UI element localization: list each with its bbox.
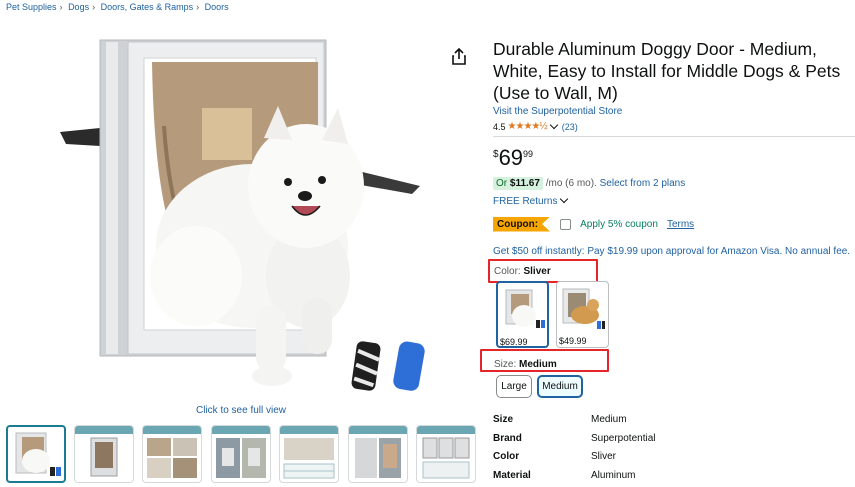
swatch-price: $49.99 <box>559 336 587 346</box>
thumbnail-2[interactable] <box>74 425 134 483</box>
monthly-terms: /mo (6 mo). <box>545 178 597 189</box>
price-symbol: $ <box>493 149 499 160</box>
coupon-terms-link[interactable]: Terms <box>667 219 694 230</box>
free-returns-label: FREE Returns <box>493 196 558 207</box>
thumbnail-7[interactable] <box>416 425 476 483</box>
visit-store-link[interactable]: Visit the Superpotential Store <box>493 106 622 117</box>
spec-value: Aluminum <box>591 469 636 481</box>
breadcrumb-item-doors-gates-ramps[interactable]: Doors, Gates & Ramps <box>101 2 194 12</box>
size-selected-value: Medium <box>519 359 557 370</box>
size-label-text: Size: <box>494 359 517 370</box>
swatch-image <box>505 289 545 328</box>
thumbnail-strip <box>6 425 476 485</box>
thumbnail-image <box>75 426 133 477</box>
thumbnail-1[interactable] <box>6 425 66 483</box>
spec-key: Brand <box>493 432 522 444</box>
size-option-label: Medium <box>542 381 578 392</box>
price: $6999 <box>493 147 533 169</box>
rating-value: 4.5 <box>493 121 506 132</box>
spec-value: Medium <box>591 413 627 425</box>
coupon-checkbox[interactable] <box>560 218 572 230</box>
size-option-label: Large <box>501 381 527 392</box>
main-product-image[interactable] <box>56 36 432 396</box>
color-swatch-alt[interactable]: $49.99 <box>556 281 609 348</box>
breadcrumb-item-pet-supplies[interactable]: Pet Supplies <box>6 2 57 12</box>
monthly-prefix: Or <box>496 178 508 189</box>
breadcrumb-separator: › <box>59 2 63 12</box>
spec-key: Color <box>493 451 520 463</box>
rating-summary: 4.5 ★★★★½ (23) <box>493 120 578 132</box>
star-icon[interactable]: ★★★★½ <box>508 121 548 132</box>
monthly-payment: Or $11.67 /mo (6 mo). Select from 2 plan… <box>493 177 686 190</box>
color-label-text: Color: <box>494 266 521 277</box>
review-count-link[interactable]: (23) <box>562 122 578 132</box>
thumbnail-image <box>417 426 475 479</box>
thumbnail-image <box>280 426 338 479</box>
spec-key: Size <box>493 413 514 425</box>
price-whole: 69 <box>498 145 524 170</box>
color-label: Color: Sliver <box>494 266 551 277</box>
breadcrumb: Pet Supplies › Dogs › Doors, Gates & Ramps… <box>6 2 229 12</box>
spec-row: Color Sliver <box>493 447 823 466</box>
share-icon[interactable] <box>451 48 467 66</box>
coupon-row: Coupon: Apply 5% coupon Terms <box>493 215 694 233</box>
spec-row: Brand Superpotential <box>493 429 823 448</box>
apply-coupon-label[interactable]: Apply 5% coupon <box>580 219 658 230</box>
chevron-down-icon[interactable] <box>549 120 558 129</box>
monthly-amount: $11.67 <box>509 178 540 189</box>
breadcrumb-item-doors[interactable]: Doors <box>205 2 229 12</box>
swatch-image <box>562 288 605 329</box>
spec-key: Material <box>493 469 531 481</box>
product-title: Durable Aluminum Doggy Door - Medium, Wh… <box>493 39 841 103</box>
thumbnail-4[interactable] <box>211 425 271 483</box>
click-to-see-full-view-link[interactable]: Click to see full view <box>196 405 286 416</box>
swatch-price: $69.99 <box>500 337 528 347</box>
select-plans-link[interactable]: Select from 2 plans <box>600 178 686 189</box>
breadcrumb-separator: › <box>196 2 200 12</box>
divider <box>493 136 855 137</box>
monthly-chip: Or $11.67 <box>493 177 543 190</box>
thumbnail-6[interactable] <box>348 425 408 483</box>
color-swatch-silver[interactable]: $69.99 <box>496 281 549 348</box>
breadcrumb-separator: › <box>92 2 96 12</box>
thumbnail-image <box>15 432 61 476</box>
product-specs-table: Size Medium Brand Superpotential Color S… <box>493 410 823 485</box>
breadcrumb-item-dogs[interactable]: Dogs <box>68 2 89 12</box>
spec-value: Sliver <box>591 451 617 463</box>
spec-row: Size Medium <box>493 410 823 429</box>
coupon-badge: Coupon: <box>493 216 551 232</box>
spec-row: Material Aluminum <box>493 466 823 485</box>
visa-offer-link[interactable]: Get $50 off instantly: Pay $19.99 upon a… <box>493 246 855 257</box>
price-fraction: 99 <box>523 149 534 159</box>
spec-value: Superpotential <box>591 432 656 444</box>
chevron-down-icon <box>560 194 569 204</box>
size-option-large[interactable]: Large <box>496 375 532 398</box>
thumbnail-3[interactable] <box>142 425 202 483</box>
size-option-medium[interactable]: Medium <box>537 375 583 398</box>
color-selected-value: Sliver <box>523 266 551 277</box>
size-label: Size: Medium <box>494 359 557 370</box>
free-returns[interactable]: FREE Returns <box>493 194 569 207</box>
thumbnail-5[interactable] <box>279 425 339 483</box>
thumbnail-image <box>143 426 201 478</box>
thumbnail-image <box>212 426 270 478</box>
thumbnail-image <box>349 426 407 478</box>
